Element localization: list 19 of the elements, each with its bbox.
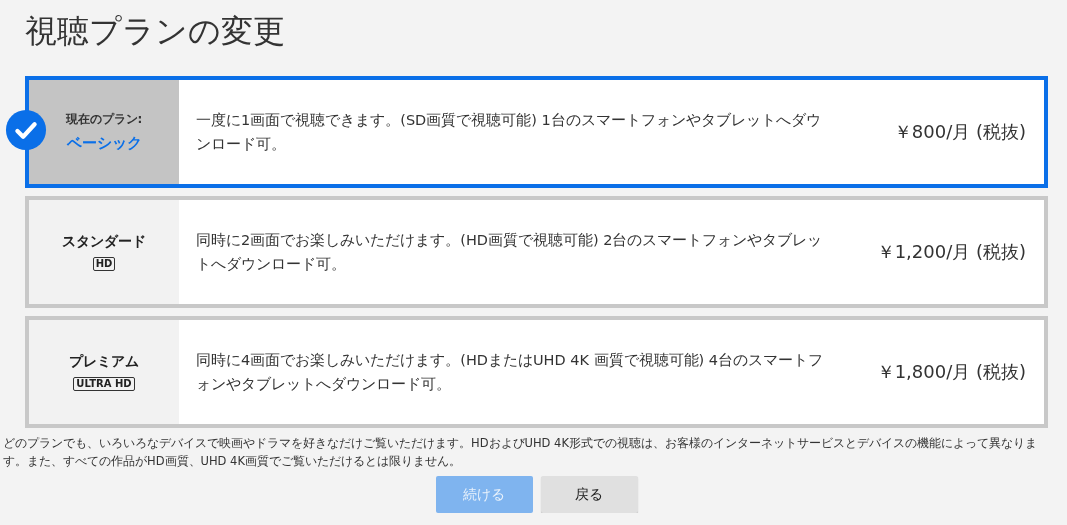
plan-description: 同時に4画面でお楽しみいただけます。(HDまたはUHD 4K 画質で視聴可能) 4台のスマートフォンやタブレットへダウンロード可。 xyxy=(195,351,825,394)
current-plan-label: 現在のプラン: xyxy=(65,111,143,128)
plan-description: 一度に1画面で視聴できます。(SD画質で視聴可能) 1台のスマートフォンやタブレットへダウンロード可。 xyxy=(195,111,822,154)
plan-card[interactable]: プレミアム ULTRA HD 同時に4画面でお楽しみいただけます。(HDまたはUHD 4K 画質で視聴可能) 4台のスマートフォンやタブレットへダウンロード可。 ￥1,800/月 (税抜) xyxy=(25,316,1048,428)
plan-name: ベーシック xyxy=(66,134,142,153)
plan-price: ￥800/月 (税抜) xyxy=(892,120,1027,144)
back-button[interactable]: 戻る xyxy=(540,476,638,513)
plan-card[interactable]: 現在のプラン: ベーシック 一度に1画面で視聴できます。(SD画質で視聴可能) 1台のスマートフォンやタブレットへダウンロード可。 ￥800/月 (税抜) xyxy=(25,76,1048,188)
quality-badge: HD xyxy=(92,257,116,271)
check-icon xyxy=(5,109,47,151)
plan-price: ￥1,800/月 (税抜) xyxy=(875,360,1027,384)
plan-description: 同時に2画面でお楽しみいただけます。(HD画質で視聴可能) 2台のスマートフォンやタブレットへダウンロード可。 xyxy=(195,231,824,274)
footnote-text: どのプランでも、いろいろなデバイスで映画やドラマを好きなだけご覧いただけます。HDおよびUHD 4K形式での視聴は、お客様のインターネットサービスとデバイスの機能によって異なります。また、すべての作品がHD画質、UHD 4K画質でご覧いただけるとは限りません。 xyxy=(3,435,1038,470)
plan-name: プレミアム xyxy=(69,353,139,371)
plan-card[interactable]: スタンダード HD 同時に2画面でお楽しみいただけます。(HD画質で視聴可能) 2台のスマートフォンやタブレットへダウンロード可。 ￥1,200/月 (税抜) xyxy=(25,196,1048,308)
plan-name: スタンダード xyxy=(62,233,146,251)
quality-badge: ULTRA HD xyxy=(73,377,135,391)
plan-price: ￥1,200/月 (税抜) xyxy=(875,240,1027,264)
page-title: 視聴プランの変更 xyxy=(25,11,286,52)
